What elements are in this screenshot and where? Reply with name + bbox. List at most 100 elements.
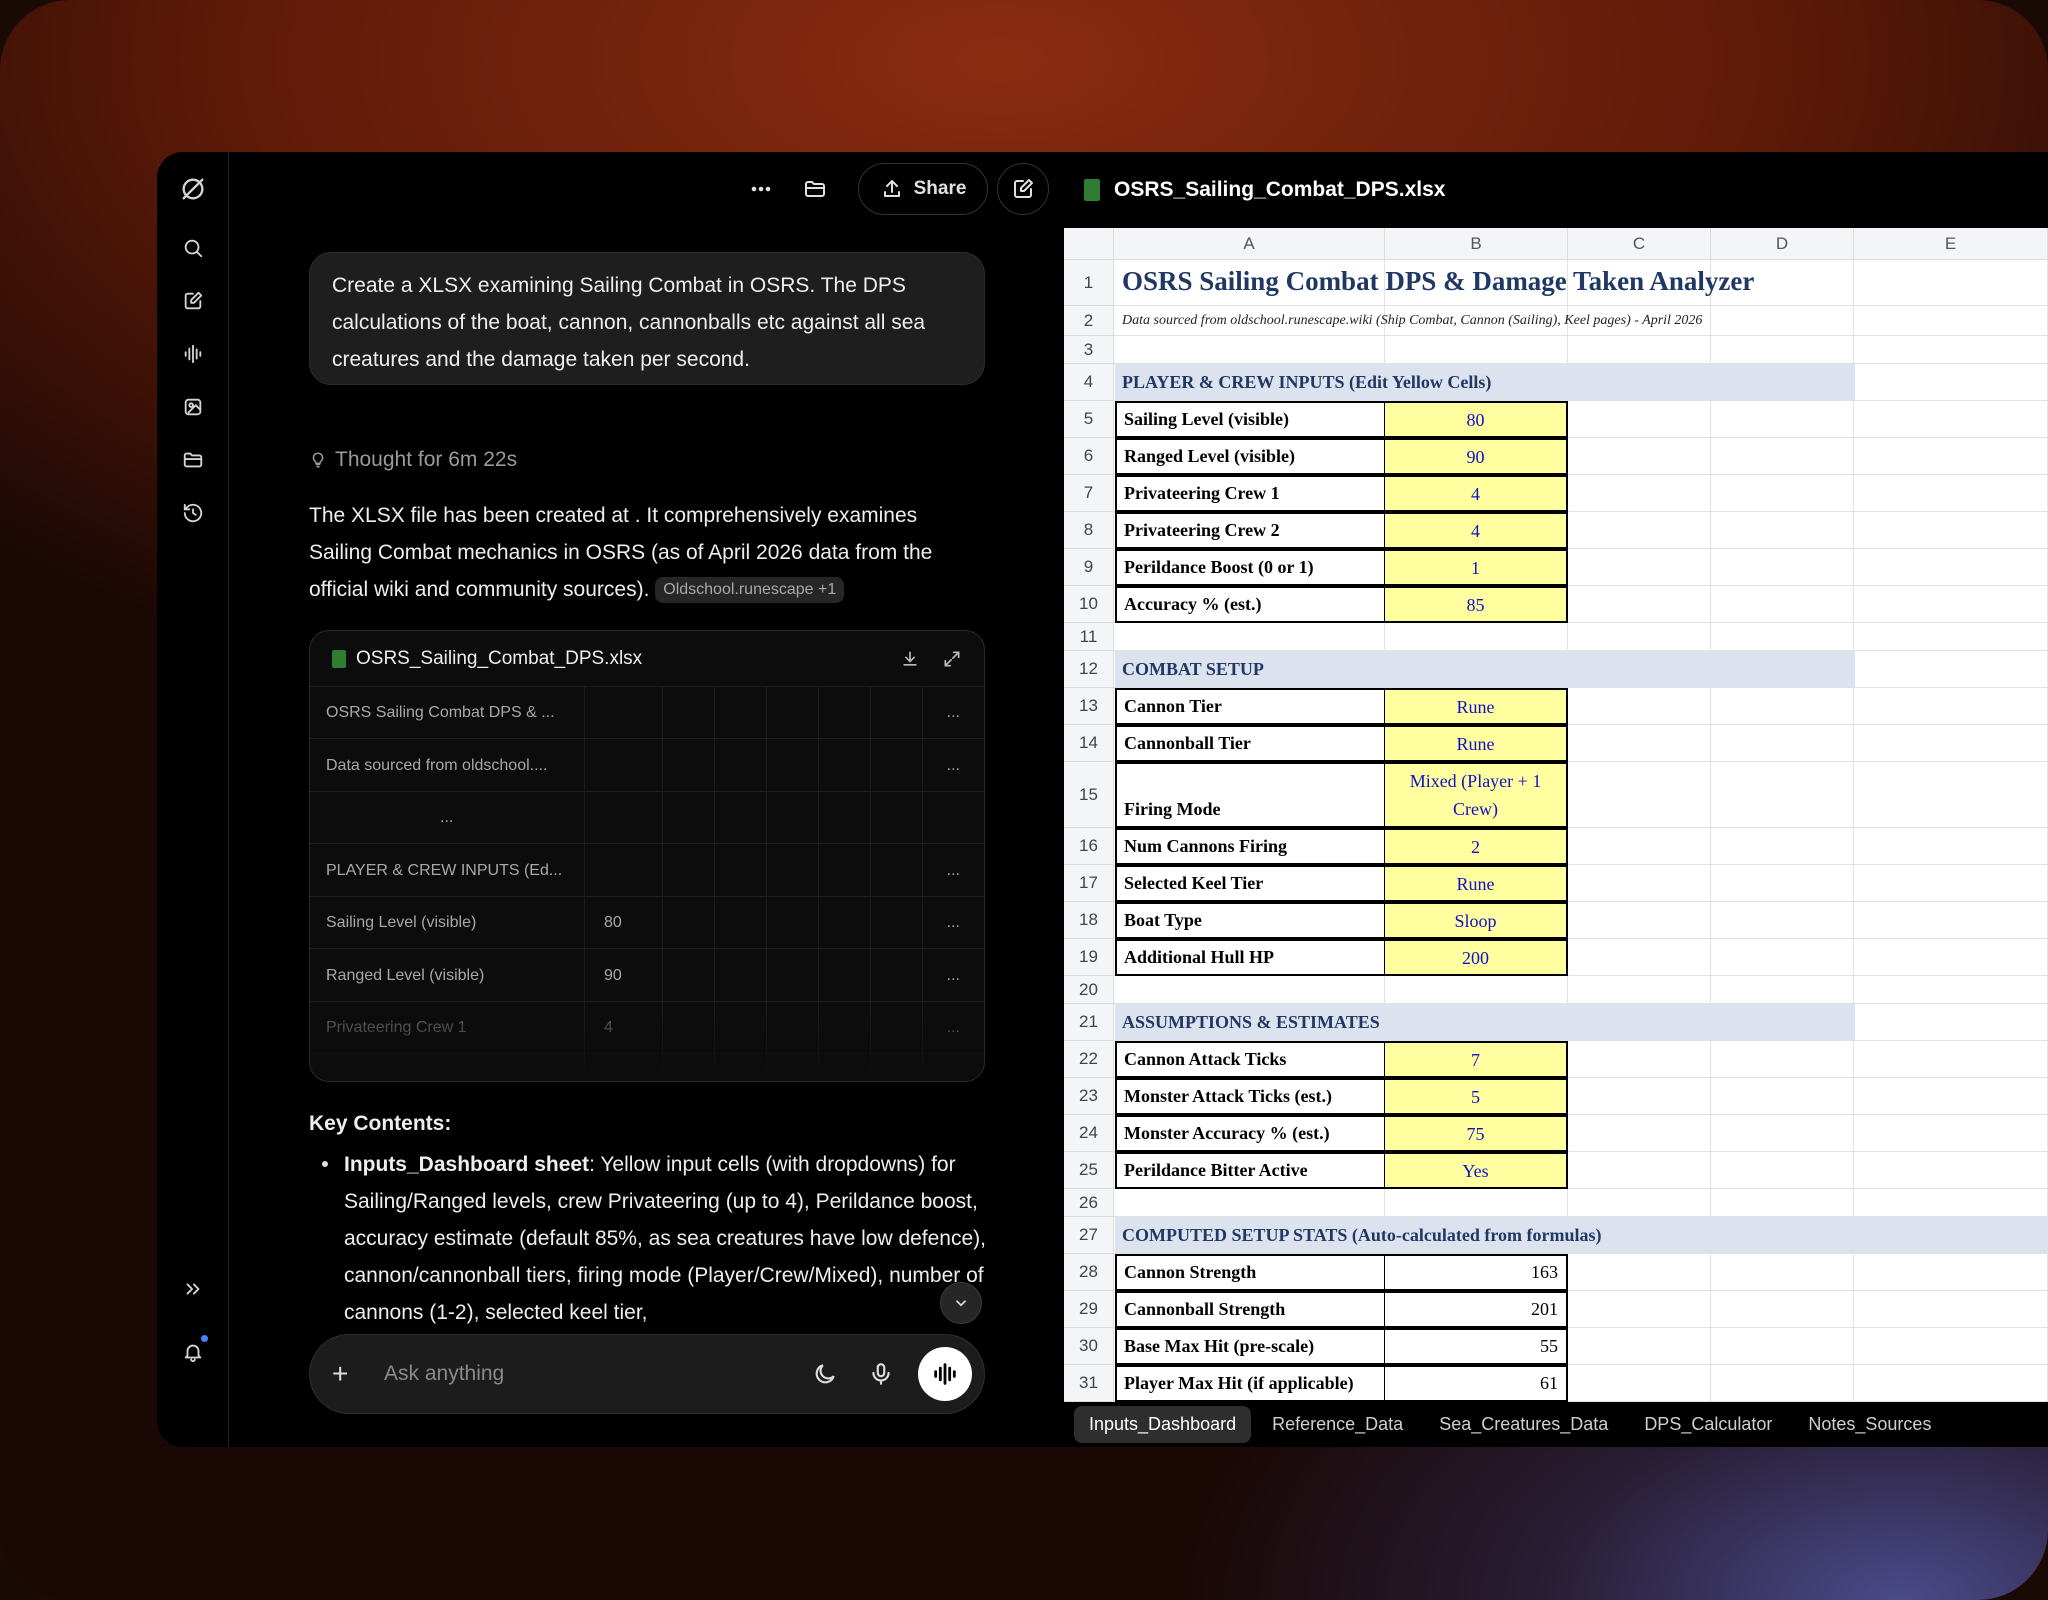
grid-cell[interactable]: [1711, 939, 1854, 976]
grid-cell[interactable]: [1854, 939, 2048, 976]
scroll-down-button[interactable]: [940, 1282, 982, 1324]
input-cell[interactable]: 2: [1385, 828, 1568, 865]
row-number[interactable]: 4: [1064, 364, 1114, 401]
grid-cell[interactable]: [1854, 1254, 2048, 1291]
grid-cell[interactable]: [1854, 336, 2048, 364]
row-number[interactable]: 19: [1064, 939, 1114, 976]
row-number[interactable]: 16: [1064, 828, 1114, 865]
row-number[interactable]: 24: [1064, 1115, 1114, 1152]
source-pill[interactable]: Oldschool.runescape +1: [655, 577, 845, 604]
grid-cell[interactable]: [1568, 976, 1711, 1004]
row-number[interactable]: 20: [1064, 976, 1114, 1004]
expand-sidebar-icon[interactable]: [176, 1272, 210, 1306]
row-number[interactable]: 5: [1064, 401, 1114, 438]
grid-cell[interactable]: [1568, 1078, 1711, 1115]
input-cell[interactable]: Yes: [1385, 1152, 1568, 1189]
grid-cell[interactable]: [1385, 976, 1568, 1004]
grid-cell[interactable]: [1854, 725, 2048, 762]
grid-cell[interactable]: [1854, 623, 2048, 651]
row-number[interactable]: 12: [1064, 651, 1114, 688]
grid-cell[interactable]: [1114, 336, 1385, 364]
grid-cell[interactable]: [1854, 902, 2048, 939]
grid-cell[interactable]: [1568, 623, 1711, 651]
grid-cell[interactable]: [1854, 1291, 2048, 1328]
grid-cell[interactable]: [1854, 475, 2048, 512]
grid-cell[interactable]: [1854, 1041, 2048, 1078]
file-preview-card[interactable]: OSRS_Sailing_Combat_DPS.xlsx OSRS Sailin…: [309, 630, 985, 1082]
grid-cell[interactable]: [1854, 762, 2048, 828]
input-cell[interactable]: 4: [1385, 512, 1568, 549]
row-number[interactable]: 17: [1064, 865, 1114, 902]
spreadsheet-grid[interactable]: A B C D E 1 OSRS Sailing Combat DPS & Damage T…: [1064, 228, 2048, 1402]
grid-cell[interactable]: [1854, 401, 2048, 438]
input-cell[interactable]: Mixed (Player + 1 Crew): [1385, 762, 1568, 828]
grid-cell[interactable]: [1711, 1115, 1854, 1152]
sheet-tab[interactable]: Sea_Creatures_Data: [1424, 1406, 1623, 1443]
projects-icon[interactable]: [176, 443, 210, 477]
row-number[interactable]: 14: [1064, 725, 1114, 762]
row-number[interactable]: 13: [1064, 688, 1114, 725]
moon-icon[interactable]: [812, 1361, 838, 1392]
grid-cell[interactable]: [1711, 1254, 1854, 1291]
grid-cell[interactable]: [1711, 623, 1854, 651]
grid-cell[interactable]: [1568, 828, 1711, 865]
grid-cell[interactable]: [1568, 1328, 1711, 1365]
row-number[interactable]: 11: [1064, 623, 1114, 651]
grid-cell[interactable]: [1854, 586, 2048, 623]
grid-cell[interactable]: [1568, 1254, 1711, 1291]
grid-cell[interactable]: [1711, 1152, 1854, 1189]
row-number[interactable]: 7: [1064, 475, 1114, 512]
edit-button[interactable]: [997, 163, 1049, 215]
folder-icon[interactable]: [800, 174, 830, 204]
more-options-icon[interactable]: [746, 174, 776, 204]
row-number[interactable]: 27: [1064, 1217, 1114, 1254]
computed-cell[interactable]: 55: [1385, 1328, 1568, 1365]
column-header[interactable]: A: [1114, 228, 1385, 260]
grid-cell[interactable]: [1854, 1152, 2048, 1189]
row-number[interactable]: 21: [1064, 1004, 1114, 1041]
row-number[interactable]: 28: [1064, 1254, 1114, 1291]
grid-cell[interactable]: [1711, 828, 1854, 865]
grid-cell[interactable]: [1854, 865, 2048, 902]
grid-cell[interactable]: [1568, 438, 1711, 475]
thought-indicator[interactable]: Thought for 6m 22s: [309, 448, 517, 472]
input-cell[interactable]: 4: [1385, 475, 1568, 512]
grid-cell[interactable]: [1854, 364, 2048, 401]
computed-cell[interactable]: 163: [1385, 1254, 1568, 1291]
new-chat-icon[interactable]: [176, 284, 210, 318]
input-cell[interactable]: 1: [1385, 549, 1568, 586]
row-number[interactable]: 2: [1064, 306, 1114, 336]
grid-cell[interactable]: [1568, 1291, 1711, 1328]
grid-cell[interactable]: [1711, 438, 1854, 475]
sheet-tab[interactable]: Reference_Data: [1257, 1406, 1418, 1443]
grid-cell[interactable]: [1854, 688, 2048, 725]
row-number[interactable]: 8: [1064, 512, 1114, 549]
composer[interactable]: + Ask anything: [309, 1334, 985, 1414]
grid-cell[interactable]: [1114, 1189, 1385, 1217]
row-number[interactable]: 23: [1064, 1078, 1114, 1115]
download-icon[interactable]: [900, 649, 920, 669]
grid-cell[interactable]: [1114, 976, 1385, 1004]
row-number[interactable]: 1: [1064, 260, 1114, 306]
column-header[interactable]: B: [1385, 228, 1568, 260]
sheet-tab[interactable]: Notes_Sources: [1793, 1406, 1946, 1443]
input-cell[interactable]: Rune: [1385, 688, 1568, 725]
grid-cell[interactable]: [1568, 1189, 1711, 1217]
grid-cell[interactable]: [1385, 623, 1568, 651]
row-number[interactable]: 22: [1064, 1041, 1114, 1078]
row-number[interactable]: 10: [1064, 586, 1114, 623]
share-button[interactable]: Share: [858, 163, 988, 215]
logo-icon[interactable]: [176, 172, 210, 206]
computed-cell[interactable]: 61: [1385, 1365, 1568, 1402]
grid-cell[interactable]: [1711, 401, 1854, 438]
grid-cell[interactable]: [1568, 1152, 1711, 1189]
computed-cell[interactable]: 201: [1385, 1291, 1568, 1328]
row-number[interactable]: 3: [1064, 336, 1114, 364]
grid-cell[interactable]: [1568, 1365, 1711, 1402]
grid-cell[interactable]: [1854, 549, 2048, 586]
row-number[interactable]: 18: [1064, 902, 1114, 939]
row-number[interactable]: 9: [1064, 549, 1114, 586]
grid-cell[interactable]: [1854, 1078, 2048, 1115]
search-icon[interactable]: [176, 231, 210, 265]
grid-cell[interactable]: [1711, 475, 1854, 512]
